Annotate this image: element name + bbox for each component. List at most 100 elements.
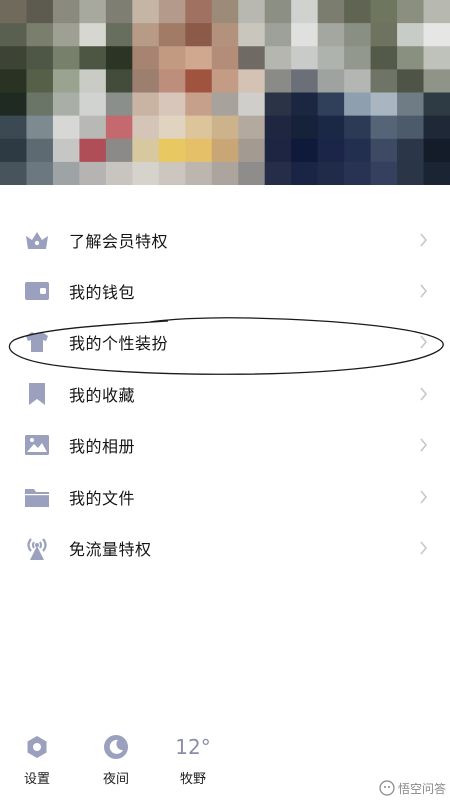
mosaic-tile (185, 0, 213, 24)
mosaic-tile (317, 0, 345, 24)
mosaic-tile (132, 161, 160, 185)
mosaic-tile (26, 46, 54, 70)
mosaic-tile (397, 115, 425, 140)
menu-item-label: 我的钱包 (69, 283, 136, 303)
folder-icon (25, 488, 49, 507)
mosaic-tile (291, 115, 319, 140)
mosaic-tile (158, 138, 186, 163)
chevron-right-icon (420, 490, 428, 504)
mosaic-tile (0, 23, 28, 47)
mosaic-tile (397, 23, 425, 47)
mosaic-tile (423, 161, 450, 185)
pixelated-avatar-image (0, 0, 450, 185)
mosaic-tile (397, 161, 425, 185)
mosaic-tile (344, 92, 372, 117)
menu-item-wallet[interactable]: 我的钱包 (0, 265, 450, 316)
mosaic-tile (0, 161, 28, 185)
mosaic-tile (185, 69, 213, 94)
menu-item-vip-privileges[interactable]: 了解会员特权 (0, 214, 450, 265)
settings-button[interactable]: 设置 (7, 728, 67, 787)
mosaic-tile (291, 92, 319, 117)
night-mode-button[interactable]: 夜间 (86, 728, 146, 787)
mosaic-tile (344, 46, 372, 70)
mosaic-tile (423, 0, 450, 24)
mosaic-tile (238, 161, 266, 185)
mosaic-tile (79, 69, 107, 94)
mosaic-tile (26, 69, 54, 94)
menu-item-label: 我的收藏 (69, 385, 136, 405)
mosaic-tile (132, 92, 160, 117)
mosaic-tile (291, 69, 319, 94)
mosaic-tile (344, 23, 372, 47)
menu-item-label: 我的文件 (69, 488, 136, 508)
chevron-right-icon (420, 284, 428, 298)
mosaic-tile (79, 92, 107, 117)
night-mode-label: 夜间 (102, 772, 129, 787)
mosaic-tile (105, 23, 133, 47)
tshirt-icon (26, 332, 48, 353)
mosaic-tile (264, 0, 292, 24)
mosaic-tile (211, 115, 239, 140)
chevron-right-icon (420, 387, 428, 401)
weather-widget[interactable]: 12° 牧野 (163, 728, 223, 787)
mosaic-tile (370, 46, 398, 70)
mosaic-tile (264, 115, 292, 140)
mosaic-tile (0, 138, 28, 163)
chevron-right-icon (420, 541, 428, 555)
mosaic-tile (397, 46, 425, 70)
chevron-right-icon (420, 233, 428, 247)
mosaic-tile (105, 138, 133, 163)
mosaic-tile (370, 0, 398, 24)
mosaic-tile (26, 115, 54, 140)
mosaic-tile (79, 46, 107, 70)
mosaic-tile (238, 92, 266, 117)
mosaic-tile (158, 161, 186, 185)
mosaic-tile (291, 138, 319, 163)
mosaic-tile (211, 138, 239, 163)
mosaic-tile (370, 138, 398, 163)
mosaic-tile (344, 0, 372, 24)
mosaic-tile (105, 46, 133, 70)
mosaic-tile (26, 23, 54, 47)
menu-item-files[interactable]: 我的文件 (0, 471, 450, 522)
mosaic-tile (317, 69, 345, 94)
mosaic-tile (52, 0, 81, 24)
menu-item-data-free[interactable]: 免流量特权 (0, 522, 450, 573)
mosaic-tile (52, 138, 81, 163)
mosaic-tile (132, 0, 160, 24)
mosaic-tile (291, 0, 319, 24)
mosaic-tile (317, 138, 345, 163)
mosaic-tile (132, 46, 160, 70)
mosaic-tile (185, 161, 213, 185)
city-label: 牧野 (179, 772, 206, 787)
mosaic-tile (185, 23, 213, 47)
watermark-logo-icon (379, 780, 395, 796)
mosaic-tile (344, 115, 372, 140)
mosaic-tile (291, 161, 319, 185)
mosaic-tile (291, 46, 319, 70)
mosaic-tile (158, 46, 186, 70)
mosaic-tile (264, 92, 292, 117)
mosaic-tile (370, 92, 398, 117)
mosaic-tile (344, 69, 372, 94)
menu-item-personal-theme[interactable]: 我的个性装扮 (0, 317, 450, 368)
mosaic-tile (238, 23, 266, 47)
mosaic-tile (423, 92, 450, 117)
mosaic-tile (79, 23, 107, 47)
mosaic-tile (52, 23, 81, 47)
mosaic-tile (370, 161, 398, 185)
mosaic-tile (211, 92, 239, 117)
mosaic-tile (397, 138, 425, 163)
mosaic-tile (0, 46, 28, 70)
mosaic-tile (52, 92, 81, 117)
mosaic-tile (291, 23, 319, 47)
chevron-right-icon (420, 335, 428, 349)
mosaic-tile (370, 69, 398, 94)
mosaic-tile (185, 46, 213, 70)
menu-item-favorites[interactable]: 我的收藏 (0, 368, 450, 419)
mosaic-tile (105, 0, 133, 24)
menu-item-album[interactable]: 我的相册 (0, 420, 450, 471)
mosaic-tile (397, 92, 425, 117)
mosaic-tile (185, 92, 213, 117)
mosaic-tile (423, 46, 450, 70)
